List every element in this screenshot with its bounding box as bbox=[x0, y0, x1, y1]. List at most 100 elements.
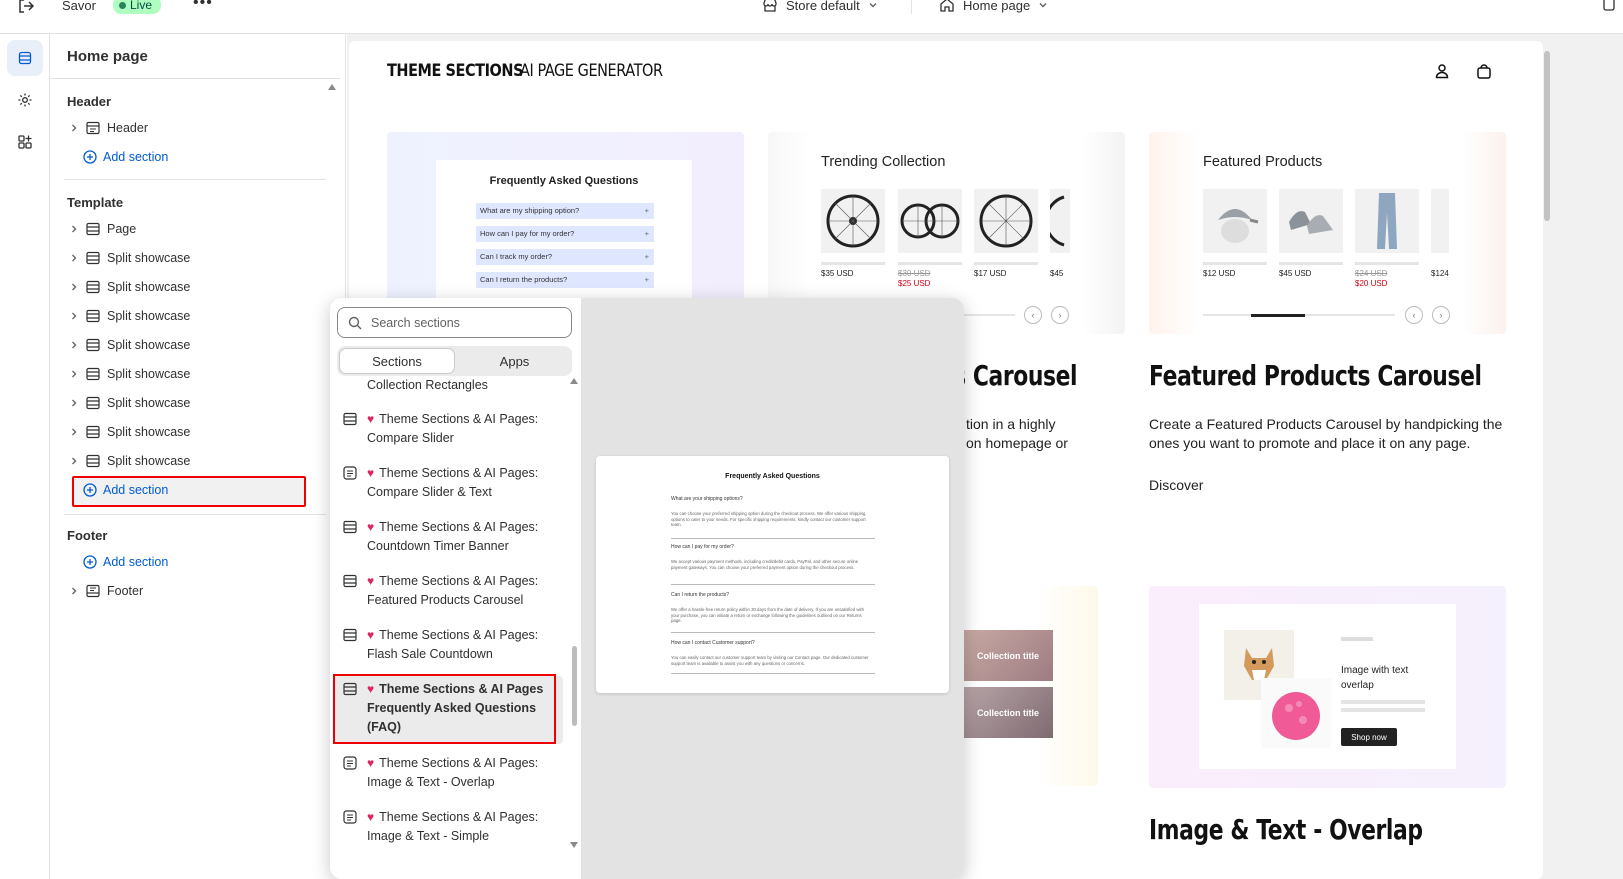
plus-circle-icon bbox=[83, 555, 97, 569]
list-item[interactable]: ♥ Theme Sections & AI Pages: Compare Slide… bbox=[334, 464, 563, 508]
tab-sections[interactable]: Sections bbox=[339, 348, 455, 374]
live-dot-icon bbox=[119, 1, 126, 9]
featured-products-desc: Create a Featured Products Carousel by h… bbox=[1149, 416, 1503, 451]
scroll-up-arrow[interactable] bbox=[328, 84, 336, 90]
search-input[interactable] bbox=[371, 315, 551, 330]
section-icon bbox=[343, 520, 357, 534]
template-section-item[interactable]: Split showcase bbox=[67, 361, 325, 387]
chevron-right-icon[interactable] bbox=[67, 367, 81, 381]
section-label: Split showcase bbox=[107, 338, 191, 352]
footer-section-item[interactable]: Footer bbox=[67, 578, 325, 604]
image-text-overlap-card[interactable]: Image with text overlap Shop now bbox=[1149, 586, 1506, 788]
section-list: Collection Rectangles ♥ Theme Sections & … bbox=[330, 378, 581, 879]
price: $45 USD bbox=[1279, 269, 1312, 278]
chevron-right-icon[interactable] bbox=[67, 584, 81, 598]
add-section-footer-button[interactable]: Add section bbox=[83, 549, 168, 575]
brand-primary[interactable]: THEME SECTIONS bbox=[387, 61, 523, 81]
section-icon bbox=[343, 574, 357, 588]
tab-apps[interactable]: Apps bbox=[459, 348, 570, 374]
sections-nav-button[interactable] bbox=[7, 40, 43, 76]
gear-icon bbox=[18, 93, 32, 107]
prev-arrow-button[interactable]: ‹ bbox=[1405, 306, 1423, 324]
more-actions-button[interactable]: ••• bbox=[193, 0, 213, 12]
account-icon[interactable] bbox=[1434, 63, 1450, 79]
collection-card-partial[interactable]: Collection title Collection title bbox=[941, 586, 1098, 786]
store-selector[interactable]: Store default bbox=[762, 0, 878, 13]
original-price: $24 USD bbox=[1355, 269, 1388, 278]
template-section-item[interactable]: Split showcase bbox=[67, 419, 325, 445]
store-label: Store default bbox=[786, 0, 860, 13]
next-arrow-button[interactable]: › bbox=[1051, 306, 1069, 324]
list-item[interactable]: ♥ Theme Sections & AI Pages: Compare Slide… bbox=[334, 410, 563, 454]
page-selector[interactable]: Home page bbox=[939, 0, 1048, 13]
chevron-right-icon[interactable] bbox=[67, 280, 81, 294]
list-scrollbar[interactable] bbox=[571, 378, 579, 848]
section-label: Footer bbox=[107, 584, 144, 598]
template-section-item[interactable]: Split showcase bbox=[67, 303, 325, 329]
add-section-header-button[interactable]: Add section bbox=[83, 144, 168, 170]
price: $45 bbox=[1050, 269, 1064, 278]
prev-arrow-button[interactable]: ‹ bbox=[1024, 306, 1042, 324]
list-item[interactable]: ♥ Theme Sections & AI Pages: Image & Text … bbox=[334, 754, 563, 798]
search-field[interactable] bbox=[337, 307, 572, 338]
featured-products-card[interactable]: Featured Products $12 USD $45 USD $24 US… bbox=[1149, 132, 1506, 334]
template-section-item[interactable]: Split showcase bbox=[67, 390, 325, 416]
scrollbar-thumb[interactable] bbox=[572, 646, 577, 726]
chevron-right-icon[interactable] bbox=[67, 222, 81, 236]
cart-icon[interactable] bbox=[1476, 63, 1492, 79]
template-group-label: Template bbox=[67, 195, 124, 210]
device-icon[interactable] bbox=[1601, 0, 1617, 12]
search-icon bbox=[348, 316, 362, 329]
placeholder-line bbox=[1341, 637, 1373, 641]
placeholder-line bbox=[1355, 262, 1419, 265]
chevron-right-icon[interactable] bbox=[67, 425, 81, 439]
template-section-item[interactable]: Split showcase bbox=[67, 448, 325, 474]
brand-secondary[interactable]: AI PAGE GENERATOR bbox=[520, 61, 663, 81]
add-section-label: Add section bbox=[103, 483, 169, 497]
list-item[interactable]: ♥ Theme Sections & AI Pages: Flash Sale Co… bbox=[334, 626, 563, 670]
faq-question: Can I track my order? + bbox=[476, 249, 654, 265]
apps-nav-button[interactable] bbox=[7, 124, 43, 160]
section-label: Split showcase bbox=[107, 425, 191, 439]
price: $124 bbox=[1431, 269, 1449, 278]
chevron-right-icon[interactable] bbox=[67, 309, 81, 323]
featured-products-heading: Featured Products Carousel bbox=[1149, 359, 1482, 392]
scrollbar-thumb[interactable] bbox=[1544, 51, 1550, 221]
add-section-template-button[interactable]: Add section bbox=[83, 477, 168, 503]
discover-link[interactable]: Discover bbox=[1149, 477, 1203, 493]
exit-icon[interactable] bbox=[16, 0, 36, 16]
chevron-right-icon[interactable] bbox=[67, 454, 81, 468]
template-section-item[interactable]: Split showcase bbox=[67, 245, 325, 271]
chevron-right-icon[interactable] bbox=[67, 121, 81, 135]
section-label: Split showcase bbox=[107, 396, 191, 410]
sale-price: $25 USD bbox=[898, 279, 931, 288]
live-badge: Live bbox=[113, 0, 162, 14]
header-section-item[interactable]: Header bbox=[67, 115, 325, 141]
chevron-right-icon[interactable] bbox=[67, 396, 81, 410]
list-item[interactable]: ♥ Theme Sections & AI Pages: Image & Text … bbox=[334, 808, 563, 852]
next-arrow-button[interactable]: › bbox=[1432, 306, 1450, 324]
template-section-item[interactable]: Split showcase bbox=[67, 332, 325, 358]
section-icon bbox=[85, 221, 101, 237]
text-section-icon bbox=[343, 756, 357, 770]
preview-scrollbar[interactable] bbox=[1544, 41, 1550, 879]
template-section-item[interactable]: Page bbox=[67, 216, 325, 242]
bike-wheels-image bbox=[898, 189, 962, 253]
list-item[interactable]: ♥ Theme Sections & AI Pages: Countdown Tim… bbox=[334, 518, 563, 562]
divider bbox=[671, 538, 875, 539]
list-item[interactable]: ♥ Theme Sections & AI Pages: Featured Prod… bbox=[334, 572, 563, 616]
list-scroll-down-arrow[interactable] bbox=[570, 842, 578, 848]
section-label: Split showcase bbox=[107, 280, 191, 294]
section-icon bbox=[85, 308, 101, 324]
faq-preview-answer: You can choose your preferred shipping o… bbox=[671, 511, 866, 527]
settings-nav-button[interactable] bbox=[7, 82, 43, 118]
template-section-item[interactable]: Split showcase bbox=[67, 274, 325, 300]
chevron-right-icon[interactable] bbox=[67, 251, 81, 265]
shop-now-button[interactable]: Shop now bbox=[1341, 728, 1397, 746]
section-label: Header bbox=[107, 121, 148, 135]
chevron-right-icon[interactable] bbox=[67, 338, 81, 352]
page-label: Home page bbox=[963, 0, 1031, 13]
section-icon bbox=[343, 412, 357, 426]
list-item[interactable]: Collection Rectangles bbox=[334, 378, 563, 398]
add-section-popover: Sections Apps Collection Rectangles ♥The… bbox=[330, 298, 964, 879]
